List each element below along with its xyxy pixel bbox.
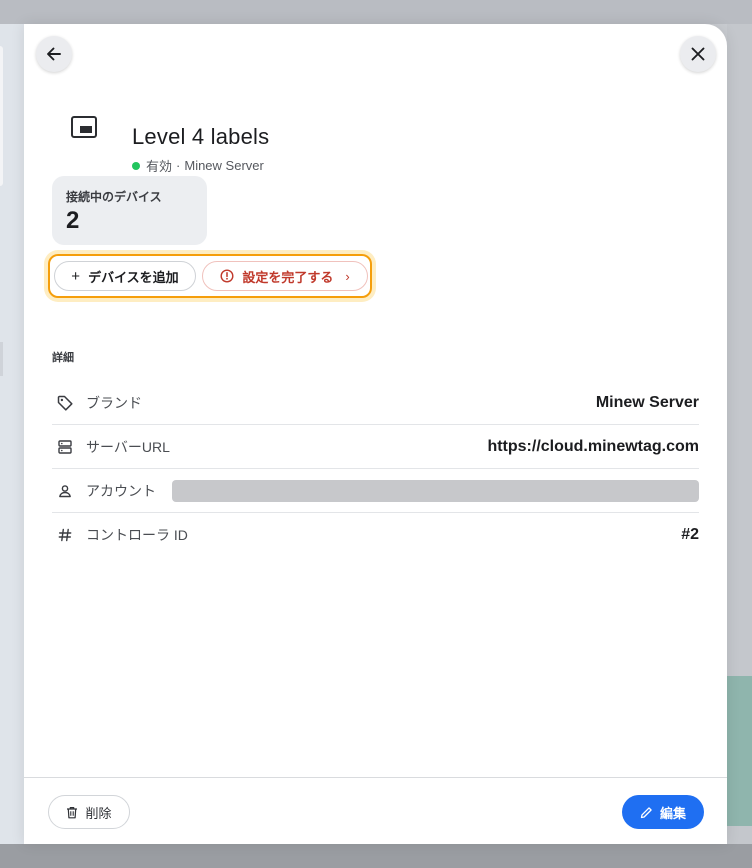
background-app-footer xyxy=(0,844,752,868)
detail-label: サーバーURL xyxy=(86,438,170,455)
plus-icon: + xyxy=(71,267,81,285)
detail-row-brand: ブランド Minew Server xyxy=(52,381,699,425)
background-panel xyxy=(727,676,752,826)
edit-button[interactable]: 編集 xyxy=(622,795,704,829)
detail-row-controller-id: コントローラ ID #2 xyxy=(52,513,699,557)
detail-label: ブランド xyxy=(86,394,142,411)
details-list: ブランド Minew Server サーバーURL https://cloud.… xyxy=(52,381,699,557)
background-pill xyxy=(0,342,3,376)
background-app-sidebar xyxy=(0,24,24,844)
controller-detail-modal: Level 4 labels 有効 · Minew Server 接続中のデバイ… xyxy=(24,24,727,844)
status-separator: · xyxy=(176,158,181,173)
connected-devices-card: 接続中のデバイス 2 xyxy=(52,176,207,245)
footer-divider xyxy=(24,777,727,778)
background-app-header xyxy=(0,0,752,24)
back-button[interactable] xyxy=(36,36,72,72)
detail-value: Minew Server xyxy=(595,393,699,411)
detail-value: #2 xyxy=(681,526,699,543)
detail-row-account: アカウント xyxy=(52,469,699,513)
pencil-icon xyxy=(640,806,653,819)
page-title: Level 4 labels xyxy=(132,124,270,149)
redacted-account-value xyxy=(172,479,699,502)
highlighted-action-group: + デバイスを追加 設定を完了する › xyxy=(48,254,372,298)
user-icon xyxy=(52,481,78,501)
tag-icon xyxy=(52,393,78,413)
edit-label: 編集 xyxy=(659,805,686,821)
alert-circle-icon xyxy=(220,269,234,283)
add-device-button[interactable]: + デバイスを追加 xyxy=(54,261,196,291)
trash-icon xyxy=(66,806,78,819)
finish-setup-button[interactable]: 設定を完了する › xyxy=(202,261,368,291)
hash-icon xyxy=(52,525,78,545)
add-device-label: デバイスを追加 xyxy=(88,269,179,285)
status-dot xyxy=(132,161,140,170)
detail-label: コントローラ ID xyxy=(86,527,188,543)
close-icon xyxy=(690,46,706,62)
background-card xyxy=(0,46,3,186)
connected-devices-count: 2 xyxy=(66,207,80,234)
status-line: 有効 · Minew Server xyxy=(132,156,264,175)
arrow-left-icon xyxy=(45,45,63,63)
delete-label: 削除 xyxy=(85,805,112,821)
status-text: 有効 xyxy=(146,159,173,174)
connected-devices-label: 接続中のデバイス xyxy=(66,190,162,204)
server-name: Minew Server xyxy=(184,158,264,173)
close-button[interactable] xyxy=(680,36,716,72)
detail-value: https://cloud.minewtag.com xyxy=(487,437,699,455)
server-icon xyxy=(52,437,78,457)
delete-button[interactable]: 削除 xyxy=(48,795,130,829)
detail-label: アカウント xyxy=(86,482,156,499)
details-section-label: 詳細 xyxy=(52,352,74,364)
chevron-right-icon: › xyxy=(345,268,350,284)
display-device-icon xyxy=(68,111,100,143)
finish-setup-label: 設定を完了する xyxy=(242,269,334,285)
detail-row-server-url: サーバーURL https://cloud.minewtag.com xyxy=(52,425,699,469)
